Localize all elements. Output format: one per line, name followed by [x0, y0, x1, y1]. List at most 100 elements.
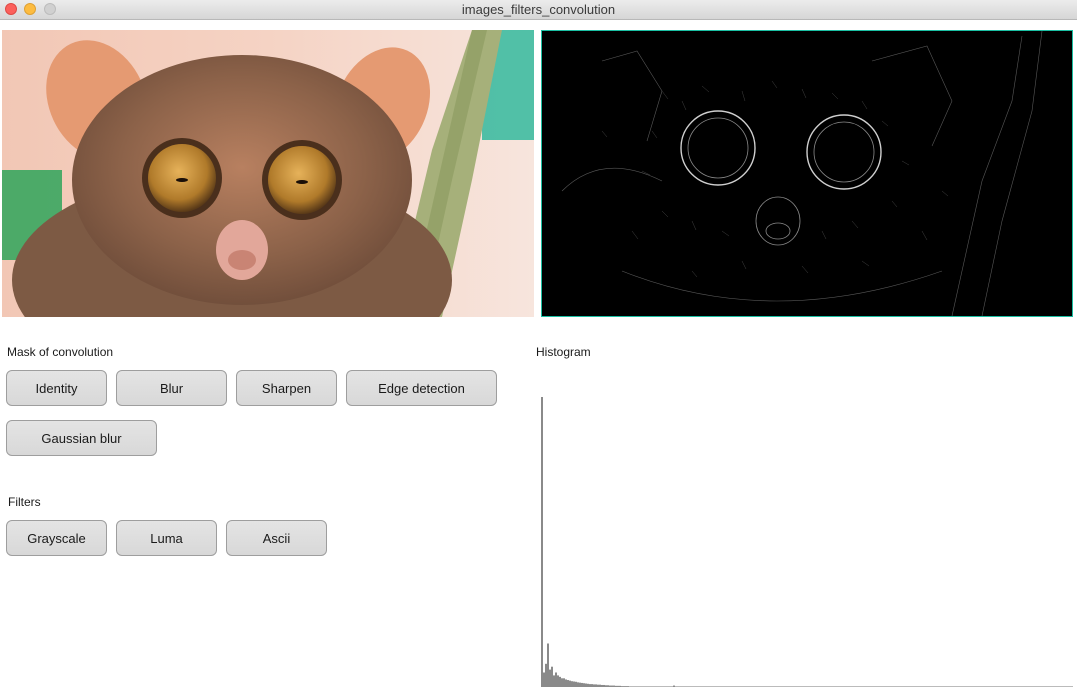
histogram-bar — [867, 686, 869, 687]
histogram-bar — [627, 686, 629, 687]
histogram-bar — [775, 686, 777, 687]
histogram-bar — [657, 686, 659, 687]
histogram-bar — [699, 686, 701, 687]
histogram-bar — [1003, 686, 1005, 687]
histogram-bar — [731, 686, 733, 687]
histogram-bar — [891, 686, 893, 687]
histogram-bar — [1001, 686, 1003, 687]
histogram-bar — [559, 676, 561, 687]
histogram-bar — [909, 686, 911, 687]
histogram-bar — [1037, 686, 1039, 687]
ascii-button[interactable]: Ascii — [226, 520, 327, 556]
histogram-bar — [545, 663, 547, 687]
histogram-bar — [687, 686, 689, 687]
histogram-bar — [737, 686, 739, 687]
histogram-bar — [1039, 686, 1041, 687]
histogram-bar — [979, 686, 981, 687]
histogram-bar — [859, 686, 861, 687]
histogram-bar — [895, 686, 897, 687]
histogram-bar — [795, 686, 797, 687]
histogram-bar — [725, 686, 727, 687]
histogram-bar — [783, 686, 785, 687]
histogram-bar — [823, 686, 825, 687]
histogram-bar — [565, 679, 567, 687]
histogram-bar — [879, 686, 881, 687]
histogram-bar — [623, 686, 625, 687]
histogram-bar — [577, 682, 579, 687]
histogram-bar — [779, 686, 781, 687]
histogram-bar — [1047, 686, 1049, 687]
histogram-bar — [849, 686, 851, 687]
histogram-bar — [975, 686, 977, 687]
histogram-bar — [777, 686, 779, 687]
histogram-bar — [853, 686, 855, 687]
histogram-bar — [763, 686, 765, 687]
histogram-bar — [971, 686, 973, 687]
histogram-bar — [551, 666, 553, 687]
histogram-bar — [1055, 686, 1057, 687]
histogram-bar — [641, 686, 643, 687]
blur-button[interactable]: Blur — [116, 370, 227, 406]
histogram-bar — [1069, 686, 1071, 687]
histogram-bar — [913, 686, 915, 687]
histogram-bar — [995, 686, 997, 687]
histogram-bar — [827, 686, 829, 687]
histogram-bar — [855, 686, 857, 687]
tarsier-photo-icon — [2, 30, 534, 317]
histogram-bar — [873, 686, 875, 687]
histogram-bar — [573, 681, 575, 687]
gaussian-blur-button[interactable]: Gaussian blur — [6, 420, 157, 456]
histogram-bar — [843, 686, 845, 687]
edge-detection-button[interactable]: Edge detection — [346, 370, 497, 406]
histogram-bar — [581, 682, 583, 687]
histogram-bar — [1027, 686, 1029, 687]
histogram-bar — [875, 686, 877, 687]
histogram-bar — [755, 686, 757, 687]
histogram-bar — [571, 681, 573, 687]
histogram-bar — [749, 686, 751, 687]
identity-button[interactable]: Identity — [6, 370, 107, 406]
filtered-image — [541, 30, 1073, 317]
histogram-bar — [637, 686, 639, 687]
histogram-bar — [981, 686, 983, 687]
histogram-bar — [677, 686, 679, 687]
histogram-bar — [857, 686, 859, 687]
histogram-bar — [647, 686, 649, 687]
histogram-bar — [821, 686, 823, 687]
sharpen-button[interactable]: Sharpen — [236, 370, 337, 406]
histogram-bar — [563, 678, 565, 687]
histogram-bar — [871, 686, 873, 687]
histogram-bar — [765, 686, 767, 687]
histogram-bar — [663, 686, 665, 687]
histogram-bar — [1071, 686, 1073, 687]
histogram-bar — [587, 683, 589, 687]
histogram-bar — [977, 686, 979, 687]
histogram-bar — [733, 686, 735, 687]
histogram-bar — [989, 686, 991, 687]
histogram-bar — [947, 686, 949, 687]
luma-button[interactable]: Luma — [116, 520, 217, 556]
histogram-bar — [917, 686, 919, 687]
grayscale-button[interactable]: Grayscale — [6, 520, 107, 556]
histogram-bar — [1017, 686, 1019, 687]
histogram-bar — [1023, 686, 1025, 687]
histogram-bar — [943, 686, 945, 687]
histogram-bar — [811, 686, 813, 687]
histogram-bar — [805, 686, 807, 687]
histogram-bar — [861, 686, 863, 687]
histogram-bar — [1043, 686, 1045, 687]
histogram-bar — [757, 686, 759, 687]
histogram-bar — [715, 686, 717, 687]
histogram-bar — [729, 686, 731, 687]
histogram-bar — [1053, 686, 1055, 687]
histogram-bar — [885, 686, 887, 687]
histogram-bar — [799, 686, 801, 687]
histogram-chart — [541, 397, 1073, 687]
histogram-bar — [741, 686, 743, 687]
histogram-bar — [801, 686, 803, 687]
histogram-bar — [701, 686, 703, 687]
histogram-bar — [1011, 686, 1013, 687]
histogram-bar — [671, 686, 673, 687]
histogram-bar — [803, 686, 805, 687]
histogram-bar — [969, 686, 971, 687]
